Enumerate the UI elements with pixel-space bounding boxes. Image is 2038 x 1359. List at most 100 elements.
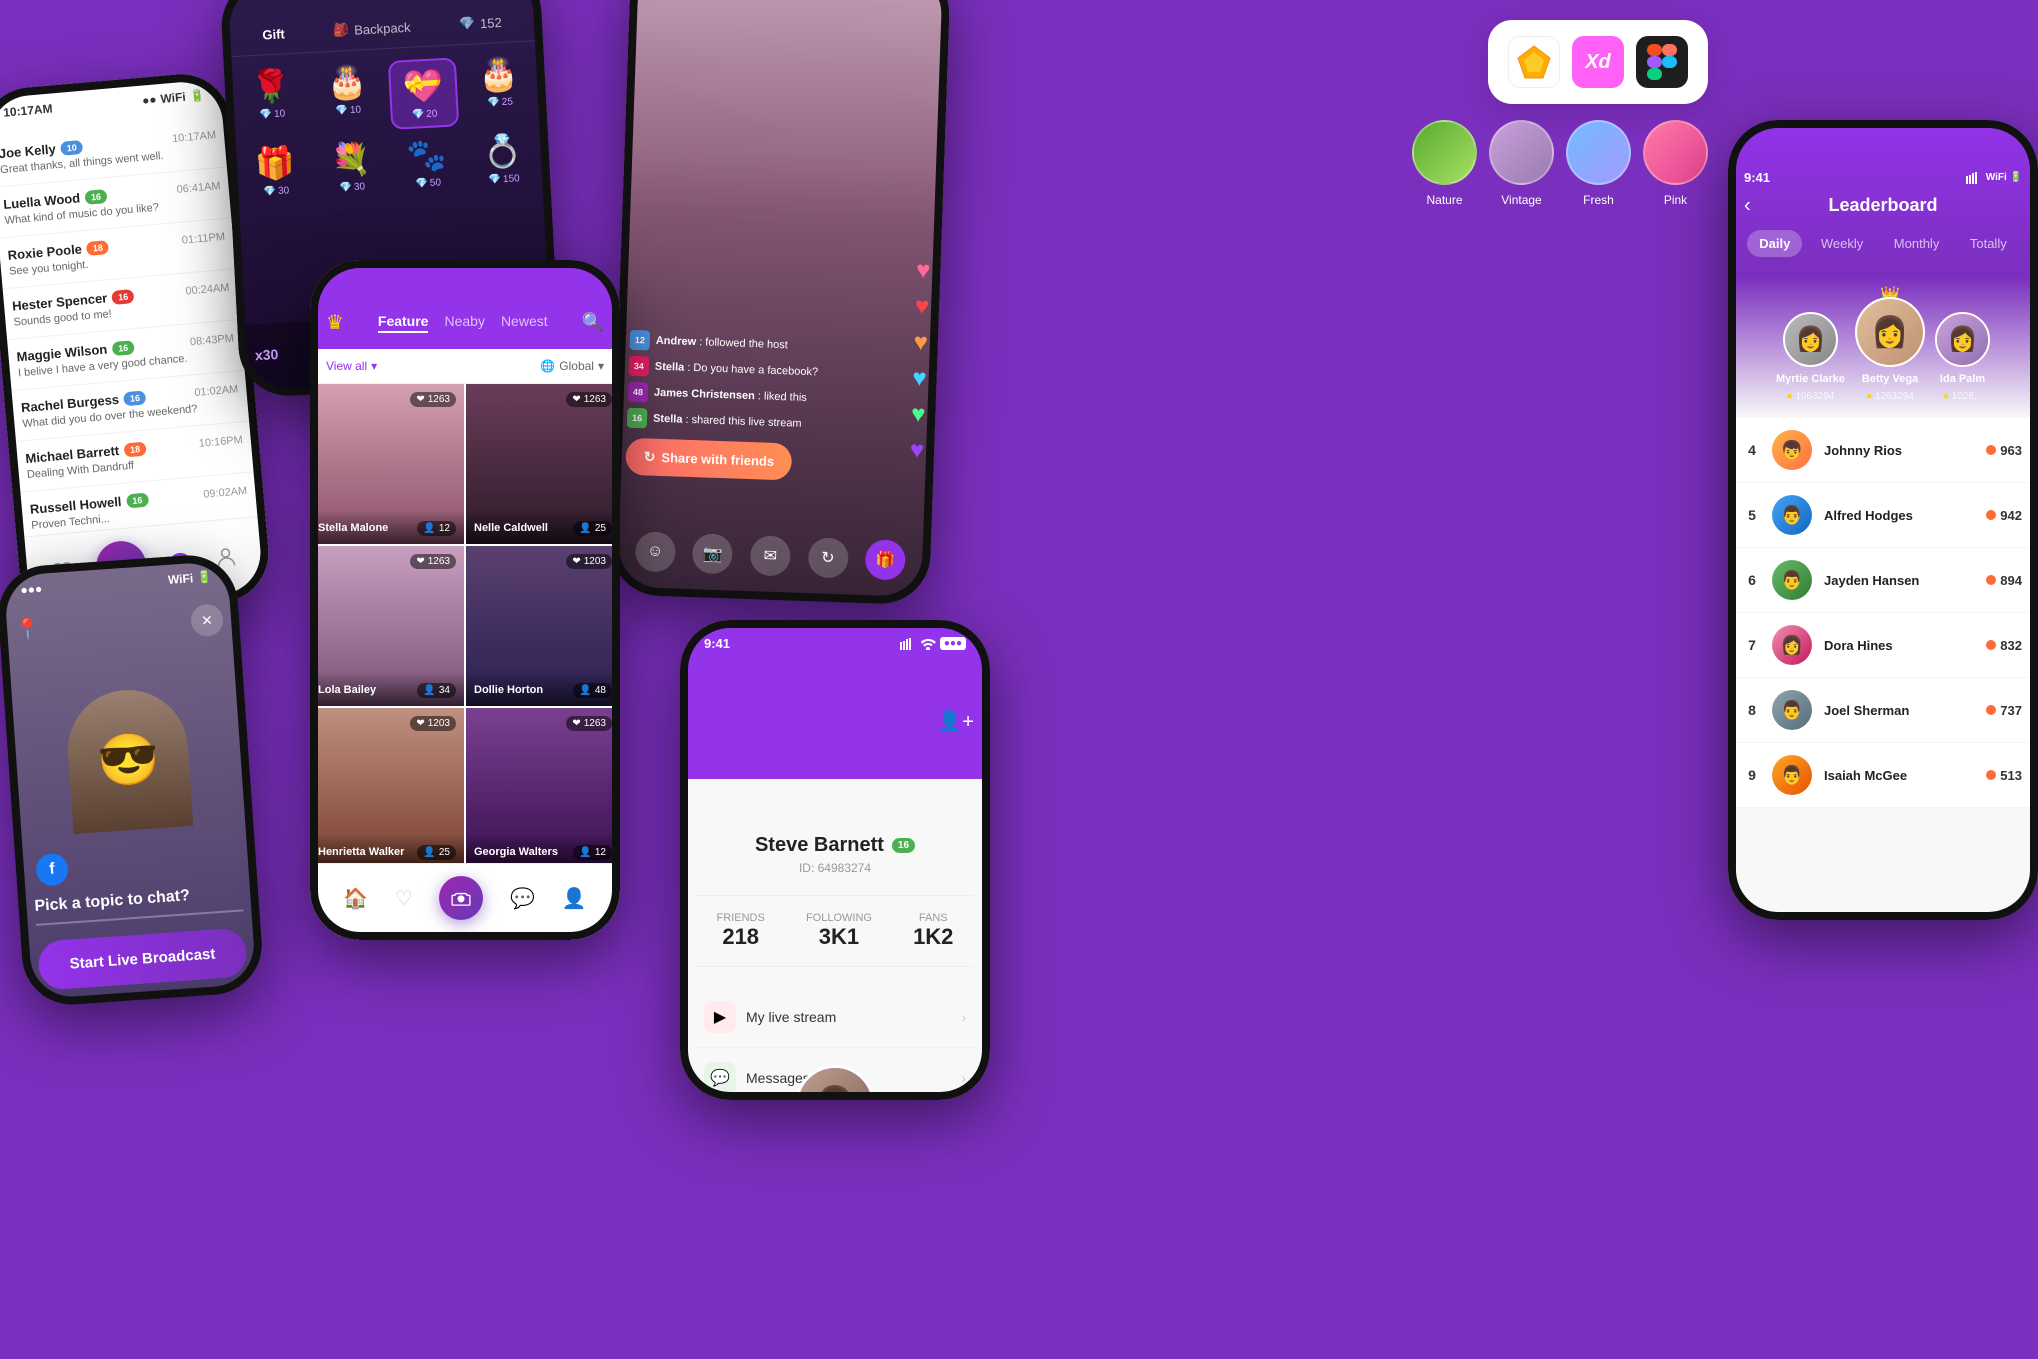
filter-nature-label: Nature <box>1426 193 1462 207</box>
live-share-icon[interactable]: ↻ <box>807 537 848 578</box>
lb-podium: 👩 Myrtie Clarke ● 1063294 👑 👩 Betty Vega… <box>1728 277 2038 418</box>
adobe-xd-icon[interactable]: Xd <box>1572 36 1624 88</box>
gift-birthday[interactable]: 🎂 💎25 <box>464 53 536 125</box>
gift-box[interactable]: 🎁 💎30 <box>240 142 311 198</box>
gift-tab[interactable]: Gift <box>262 25 285 42</box>
lb-podium-1st: 👑 👩 Betty Vega ● 1263294 <box>1855 297 1925 402</box>
filter-scroll-panel: Nature Vintage Fresh Pink <box>1412 120 1708 207</box>
lb-tab-daily[interactable]: Daily <box>1747 230 1802 257</box>
grid-item-georgia[interactable]: Georgia Walters ❤ 1263 👤 12 <box>466 708 620 868</box>
filter-pink[interactable]: Pink <box>1643 120 1708 207</box>
gift-paws[interactable]: 🐾 💎50 <box>392 134 463 190</box>
lb-score-johnny: 963 <box>1986 443 2022 458</box>
tab-newest[interactable]: Newest <box>501 313 548 333</box>
lb-back-button[interactable]: ‹ <box>1744 194 1751 217</box>
live-comment-stella1: 34 Stella : Do you have a facebook? <box>629 356 858 384</box>
profile-stats: FRIENDS 218 FOLLOWING 3K1 FANS 1K2 <box>696 895 974 967</box>
grid-item-henrietta[interactable]: Henrietta Walker ❤ 1203 👤 25 <box>310 708 464 868</box>
lb-avatar-alfred: 👨 <box>1772 495 1812 535</box>
live-comments: 12 Andrew : followed the host 34 Stella … <box>625 330 858 483</box>
profile-id: ID: 64983274 <box>696 861 974 875</box>
feature-nav-home[interactable]: 🏠 <box>343 886 368 911</box>
lb-avatar-isaiah: 👨 <box>1772 755 1812 795</box>
feature-nav-chat[interactable]: 💬 <box>510 886 535 911</box>
lb-score-isaiah: 513 <box>1986 768 2022 783</box>
crown-icon: ♛ <box>326 310 344 335</box>
lb-item-6[interactable]: 6 👨 Jayden Hansen 894 <box>1728 548 2038 613</box>
phone-profile: 9:41 ●●● 👤+ 👨 Steve Barnett 16 ID: 64983… <box>680 620 990 1100</box>
tab-neaby[interactable]: Neaby <box>444 313 484 333</box>
lb-avatar-jayden: 👨 <box>1772 560 1812 600</box>
lb-item-8[interactable]: 8 👨 Joel Sherman 737 <box>1728 678 2038 743</box>
lb-item-9[interactable]: 9 👨 Isaiah McGee 513 <box>1728 743 2038 808</box>
live-mail-icon[interactable]: ✉ <box>750 535 791 576</box>
filter-location[interactable]: 🌐 Global ▾ <box>540 359 604 373</box>
backpack-tab[interactable]: 🎒 Backpack <box>333 19 411 39</box>
grid-item-lola[interactable]: Lola Bailey ❤ 1263 👤 34 <box>310 546 464 706</box>
broadcast-location-icon[interactable]: 📍 <box>14 616 41 643</box>
feature-nav-heart[interactable]: ♡ <box>395 886 413 911</box>
gift-flowers[interactable]: 💐 💎30 <box>316 138 387 194</box>
feature-nav-profile[interactable]: 👤 <box>562 886 587 911</box>
live-gift-icon[interactable]: 🎁 <box>865 539 906 580</box>
lb-podium-2nd: 👩 Myrtie Clarke ● 1063294 <box>1776 312 1845 402</box>
lb-item-7[interactable]: 7 👩 Dora Hines 832 <box>1728 613 2038 678</box>
lb-tab-monthly[interactable]: Monthly <box>1882 230 1952 257</box>
gift-ring[interactable]: 💍 💎150 <box>468 130 539 186</box>
filter-bar: View all ▾ 🌐 Global ▾ <box>310 349 620 384</box>
stat-fans: FANS 1K2 <box>913 912 953 950</box>
gift-grid: 🌹 💎10 🎂 💎10 💝 💎20 🎂 💎25 🎁 💎30 💐 <box>223 41 551 212</box>
live-overlay <box>609 0 951 605</box>
grid-item-dollie[interactable]: Dollie Horton ❤ 1203 👤 48 <box>466 546 620 706</box>
streamers-grid: Stella Malone ❤ 1263 👤 12 Nelle Caldwell… <box>310 384 620 868</box>
gift-hearts[interactable]: 💝 💎20 <box>388 57 460 129</box>
sketch-icon[interactable] <box>1508 36 1560 88</box>
messages-icon: 💬 <box>704 1062 736 1094</box>
live-comment-stella2: 16 Stella : shared this live stream <box>627 408 856 436</box>
feature-search-icon[interactable]: 🔍 <box>582 312 604 333</box>
grid-item-stella[interactable]: Stella Malone ❤ 1263 👤 12 <box>310 384 464 544</box>
phone-live: 12 Andrew : followed the host 34 Stella … <box>609 0 951 605</box>
lb-item-5[interactable]: 5 👨 Alfred Hodges 942 <box>1728 483 2038 548</box>
filter-fresh-label: Fresh <box>1583 193 1614 207</box>
filter-pink-label: Pink <box>1664 193 1687 207</box>
live-emoji-icon[interactable]: ☺ <box>635 531 676 572</box>
lb-tab-totally[interactable]: Totally <box>1958 230 2019 257</box>
filter-fresh[interactable]: Fresh <box>1566 120 1631 207</box>
filter-vintage-label: Vintage <box>1501 193 1541 207</box>
menu-live-stream[interactable]: ▶ My live stream › <box>696 987 974 1048</box>
lb-avatar-johnny: 👦 <box>1772 430 1812 470</box>
profile-header-bg: 👤+ <box>680 659 990 779</box>
feature-nav-camera[interactable] <box>439 876 483 920</box>
lb-item-4[interactable]: 4 👦 Johnny Rios 963 <box>1728 418 2038 483</box>
lb-list: 4 👦 Johnny Rios 963 5 👨 Alfred Hod <box>1728 418 2038 808</box>
tab-feature[interactable]: Feature <box>378 313 429 333</box>
lb-tab-weekly[interactable]: Weekly <box>1809 230 1875 257</box>
chevron-right-icon-2: › <box>961 1070 966 1086</box>
profile-add-friend-icon[interactable]: 👤+ <box>937 709 974 734</box>
gift-rose[interactable]: 🌹 💎10 <box>236 65 308 137</box>
feature-tabs: Feature Neaby Newest <box>378 313 548 333</box>
grid-item-nelle[interactable]: Nelle Caldwell ❤ 1263 👤 25 <box>466 384 620 544</box>
messages-status-icons: ●●WiFi🔋 <box>141 88 205 107</box>
gift-cake[interactable]: 🎂 💎10 <box>312 61 384 133</box>
profile-status-bar: 9:41 ●●● <box>680 620 990 659</box>
feature-bottom-nav: 🏠 ♡ 💬 👤 <box>310 863 620 940</box>
lb-status-bar: 9:41 WiFi 🔋 <box>1744 170 2022 195</box>
leaderboard-header: 9:41 WiFi 🔋 ‹ Leaderboard Daily Weekly M… <box>1728 120 2038 277</box>
start-broadcast-button[interactable]: Start Live Broadcast <box>37 927 248 990</box>
filter-vintage[interactable]: Vintage <box>1489 120 1554 207</box>
stat-friends: FRIENDS 218 <box>717 912 765 950</box>
share-friends-button[interactable]: ↻ Share with friends <box>625 438 793 481</box>
broadcast-person: 😎 <box>1 642 256 878</box>
live-camera-icon[interactable]: 📷 <box>692 533 733 574</box>
lb-avatar-joel: 👨 <box>1772 690 1812 730</box>
lb-score-alfred: 942 <box>1986 508 2022 523</box>
gift-count-label: x30 <box>255 346 279 363</box>
messages-time: 10:17AM <box>3 101 53 119</box>
filter-view-all[interactable]: View all ▾ <box>326 359 377 373</box>
figma-icon[interactable] <box>1636 36 1688 88</box>
profile-name: Steve Barnett 16 <box>696 834 974 857</box>
phone-leaderboard: 9:41 WiFi 🔋 ‹ Leaderboard Daily Weekly M… <box>1728 120 2038 920</box>
filter-nature[interactable]: Nature <box>1412 120 1477 207</box>
